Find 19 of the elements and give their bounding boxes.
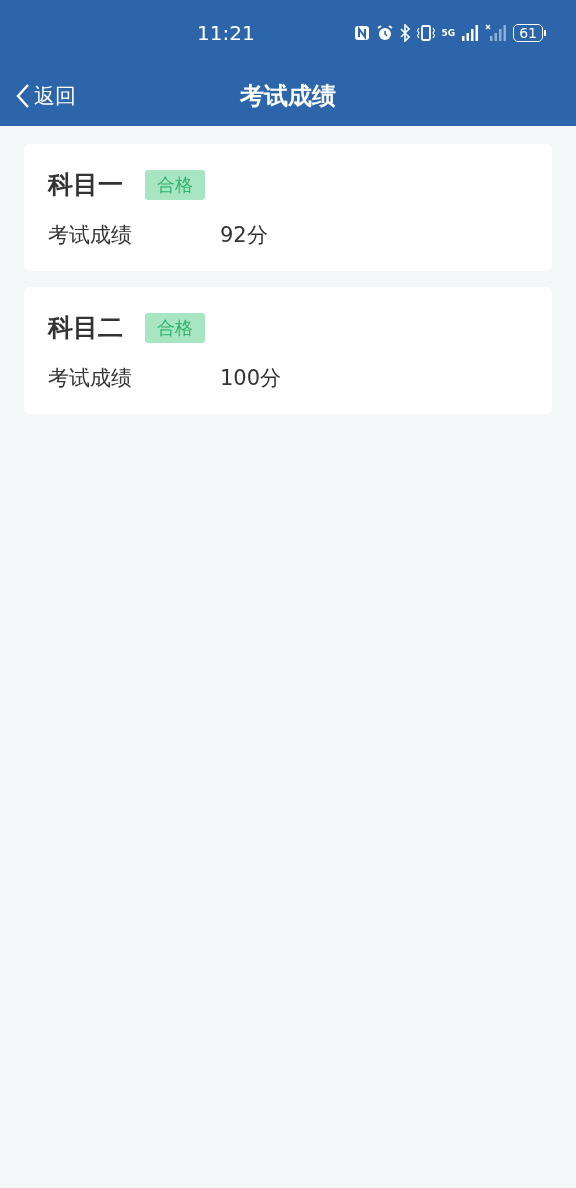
alarm-icon	[375, 24, 394, 42]
score-label: 考试成绩	[48, 222, 133, 249]
nfc-icon	[353, 25, 370, 41]
bluetooth-icon	[399, 24, 410, 42]
page-title: 考试成绩	[240, 82, 336, 110]
network-type: 5G	[441, 28, 456, 38]
status-time: 11:21	[197, 21, 255, 45]
score-value: 100分	[220, 365, 282, 392]
signal-icon	[461, 24, 480, 42]
back-button[interactable]: 返回	[16, 82, 76, 110]
battery-indicator: 61	[513, 24, 543, 42]
score-label: 考试成绩	[48, 365, 133, 392]
status-tag: 合格	[145, 312, 205, 343]
subject-name: 科目二	[48, 312, 123, 344]
vibrate-icon	[415, 24, 436, 42]
score-value: 92分	[220, 222, 268, 249]
subject-name: 科目一	[48, 169, 123, 201]
status-tag: 合格	[145, 169, 205, 200]
no-signal-icon	[485, 24, 508, 42]
